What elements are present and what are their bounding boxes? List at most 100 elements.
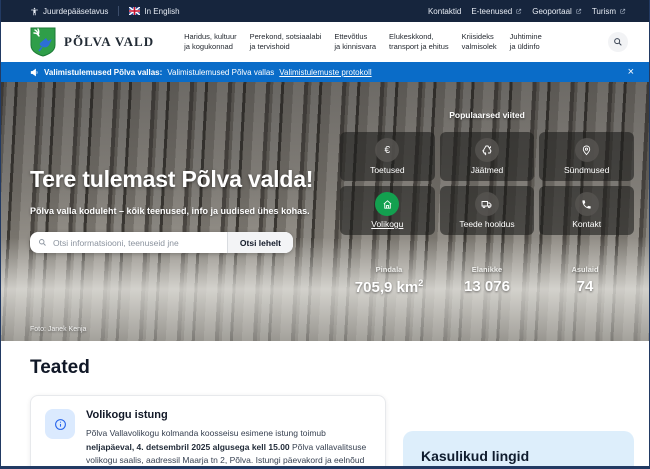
accessibility-icon — [30, 7, 39, 16]
home-icon — [375, 192, 399, 216]
stat-value: 705,9 km2 — [340, 278, 438, 296]
main-content: Teated Volikogu istung Põlva Vallavoliko… — [0, 341, 650, 469]
nav-label-line: valmisolek — [462, 42, 497, 51]
tile-teede-hooldus[interactable]: Teede hooldus — [440, 186, 535, 235]
popular-links-title: Populaarsed viited — [340, 110, 634, 120]
uk-flag-icon — [129, 7, 140, 15]
tile-sundmused[interactable]: Sündmused — [539, 132, 634, 181]
useful-links-heading: Kasulikud lingid — [421, 448, 616, 464]
logo-text: PÕLVA VALD — [64, 34, 154, 50]
popular-links: Populaarsed viited € Toetused Jäätmed — [340, 110, 634, 296]
accessibility-label: Juurdepääsetavus — [43, 7, 108, 16]
stat-value: 74 — [536, 278, 634, 295]
notification-text: Valimistulemused Põlva vallas — [167, 68, 274, 77]
tile-jaatmed[interactable]: Jäätmed — [440, 132, 535, 181]
tile-kontakt[interactable]: Kontakt — [539, 186, 634, 235]
hero-search-input[interactable] — [47, 232, 227, 253]
hero-search-submit-button[interactable]: Otsi lehelt — [227, 232, 293, 253]
notification-bar: Valimistulemused Põlva vallas: Valimistu… — [0, 62, 650, 82]
hero-subheading: Põlva valla koduleht – kõik teenused, in… — [30, 206, 330, 216]
topbar-link-e-teenused[interactable]: E-teenused — [471, 7, 522, 16]
stat-pindala: Pindala 705,9 km2 — [340, 265, 438, 296]
external-link-icon — [515, 8, 522, 15]
topbar-link-label: Kontaktid — [428, 7, 461, 16]
info-icon-box — [45, 409, 75, 439]
tile-volikogu[interactable]: Volikogu — [340, 186, 435, 235]
info-icon — [54, 418, 67, 431]
nav-label-line: Elukeskkond, — [389, 32, 434, 41]
stat-label: Asulaid — [536, 265, 634, 274]
nav-item-juhtimine[interactable]: Juhtimine ja üldinfo — [510, 32, 542, 53]
truck-icon — [475, 192, 499, 216]
notice-title: Volikogu istung — [86, 409, 371, 421]
external-link-icon — [575, 8, 582, 15]
language-label: In English — [144, 7, 179, 16]
topbar-link-label: Turism — [592, 7, 616, 16]
topbar-link-geoportaal[interactable]: Geoportaal — [532, 7, 582, 16]
nav-label-line: Kriisideks — [462, 32, 494, 41]
nav-item-ettevotlus[interactable]: Ettevõtlus ja kinnisvara — [334, 32, 376, 53]
euro-icon: € — [375, 138, 399, 162]
coat-of-arms-icon — [30, 27, 56, 57]
nav-label-line: ja tervishoid — [250, 42, 290, 51]
municipality-stats: Pindala 705,9 km2 Elanikke 13 076 Asulai… — [340, 265, 634, 296]
stat-elanikke: Elanikke 13 076 — [438, 265, 536, 296]
photo-credit: Foto: Janek Kenja — [30, 326, 86, 333]
nav-item-kriisideks[interactable]: Kriisideks valmisolek — [462, 32, 497, 53]
tile-label: Sündmused — [564, 165, 609, 175]
notice-card[interactable]: Volikogu istung Põlva Vallavolikogu kolm… — [30, 395, 386, 469]
topbar-right: Kontaktid E-teenused Geoportaal Turism — [428, 7, 626, 16]
notice-body-text: Põlva Vallavolikogu kolmanda koosseisu e… — [86, 428, 326, 438]
topbar-link-label: Geoportaal — [532, 7, 572, 16]
tile-label: Volikogu — [371, 219, 403, 229]
notification-link[interactable]: Valimistulemuste protokoll — [279, 68, 371, 77]
teated-heading: Teated — [30, 357, 620, 379]
nav-item-perekond[interactable]: Perekond, sotsiaalabi ja tervishoid — [250, 32, 322, 53]
topbar-link-label: E-teenused — [471, 7, 512, 16]
hero-section: Tere tulemast Põlva valda! Põlva valla k… — [0, 82, 650, 341]
topbar-link-turism[interactable]: Turism — [592, 7, 626, 16]
recycle-icon — [475, 138, 499, 162]
tile-label: Kontakt — [572, 219, 601, 229]
notification-title: Valimistulemused Põlva vallas: — [44, 68, 162, 77]
stat-value: 13 076 — [438, 278, 536, 295]
phone-icon — [575, 192, 599, 216]
tile-label: Jäätmed — [471, 165, 504, 175]
external-link-icon — [619, 8, 626, 15]
stat-value-text: 705,9 km — [355, 279, 418, 296]
nav-label-line: ja kinnisvara — [334, 42, 376, 51]
nav-label-line: ja kogukonnad — [184, 42, 233, 51]
accessibility-link[interactable]: Juurdepääsetavus — [30, 7, 108, 16]
topbar-link-kontaktid[interactable]: Kontaktid — [428, 7, 461, 16]
notice-body-bold: neljapäeval, 4. detsembril 2025 algusega… — [86, 442, 290, 452]
divider — [118, 6, 119, 16]
tile-label: Toetused — [370, 165, 405, 175]
page: Juurdepääsetavus In English Kontaktid E-… — [0, 0, 650, 469]
nav-label-line: Juhtimine — [510, 32, 542, 41]
useful-links-panel: Kasulikud lingid — [403, 431, 634, 469]
header-search-button[interactable] — [608, 32, 628, 52]
stat-label: Pindala — [340, 265, 438, 274]
nav-label-line: transport ja ehitus — [389, 42, 449, 51]
pin-icon — [575, 138, 599, 162]
site-logo[interactable]: PÕLVA VALD — [30, 27, 154, 57]
language-switch[interactable]: In English — [129, 7, 179, 16]
nav-item-elukeskkond[interactable]: Elukeskkond, transport ja ehitus — [389, 32, 449, 53]
top-utility-bar: Juurdepääsetavus In English Kontaktid E-… — [0, 0, 650, 22]
nav-item-haridus[interactable]: Haridus, kultuur ja kogukonnad — [184, 32, 237, 53]
hero-search-bar: Otsi lehelt — [30, 232, 293, 253]
nav-label-line: Ettevõtlus — [334, 32, 367, 41]
megaphone-icon — [30, 68, 39, 77]
notice-body: Põlva Vallavolikogu kolmanda koosseisu e… — [86, 427, 371, 468]
topbar-left: Juurdepääsetavus In English — [30, 6, 180, 16]
tile-toetused[interactable]: € Toetused — [340, 132, 435, 181]
tile-label: Teede hooldus — [459, 219, 514, 229]
stat-label: Elanikke — [438, 265, 536, 274]
site-header: PÕLVA VALD Haridus, kultuur ja kogukonna… — [0, 22, 650, 62]
nav-label-line: Perekond, sotsiaalabi — [250, 32, 322, 41]
notice-content: Volikogu istung Põlva Vallavolikogu kolm… — [86, 409, 371, 469]
hero-heading: Tere tulemast Põlva valda! — [30, 166, 330, 193]
stat-value-sup: 2 — [418, 278, 423, 288]
close-icon[interactable]: × — [628, 67, 634, 78]
nav-label-line: Haridus, kultuur — [184, 32, 237, 41]
